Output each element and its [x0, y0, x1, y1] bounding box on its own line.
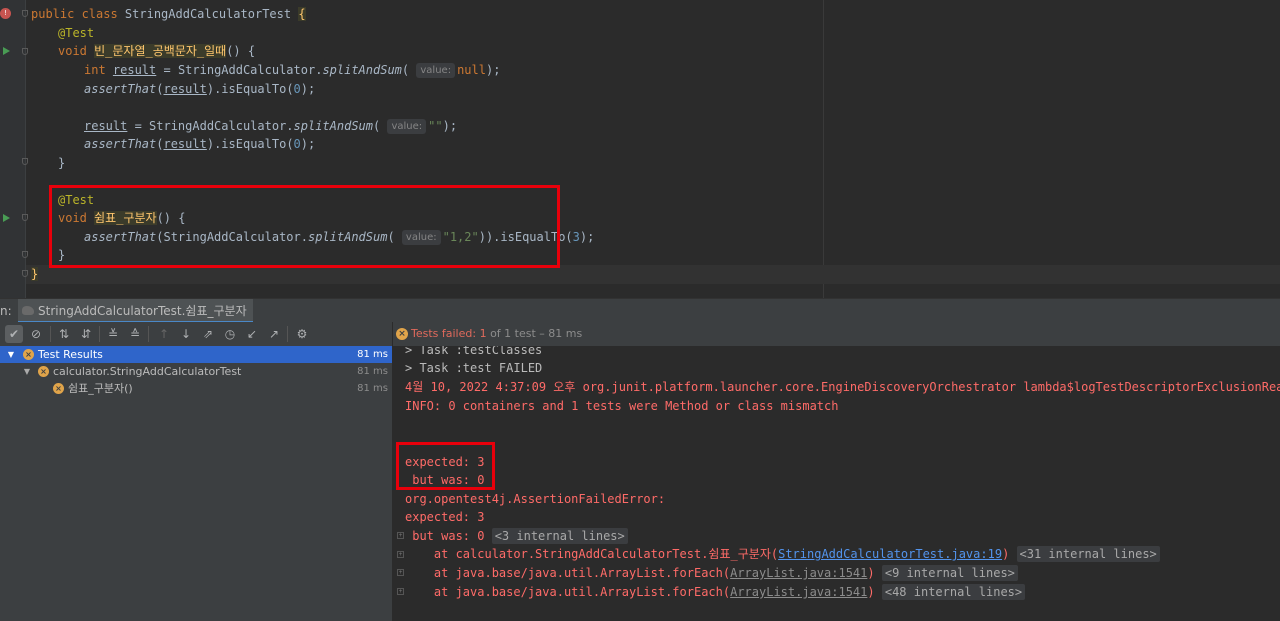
expand-icon[interactable]: + — [397, 551, 404, 558]
console-output[interactable]: > Task :testClasses > Task :test FAILED … — [393, 346, 1280, 621]
fold-icon[interactable] — [22, 10, 28, 17]
tree-item-test-results[interactable]: ▼ × Test Results 81 ms — [0, 346, 392, 363]
expand-all-icon[interactable]: ≚ — [104, 325, 122, 343]
source-link[interactable]: StringAddCalculatorTest.java:19 — [778, 547, 1002, 561]
code-line: void 빈_문자열_공백문자_일때() { — [58, 44, 256, 58]
run-panel-header: n: StringAddCalculatorTest.쉼표_구분자 — [0, 298, 1280, 324]
console-line: 4월 10, 2022 4:37:09 오후 org.junit.platfor… — [405, 380, 1280, 394]
prev-fail-icon[interactable]: ↑ — [155, 325, 173, 343]
parameter-hint: value: — [387, 119, 427, 134]
console-line: expected: 3 — [405, 510, 485, 524]
run-tab-label: StringAddCalculatorTest.쉼표_구분자 — [38, 304, 247, 318]
open-icon[interactable]: ↗ — [265, 325, 283, 343]
duration: 81 ms — [357, 349, 388, 360]
console-line: at java.base/java.util.ArrayList.forEach… — [405, 564, 1018, 582]
expand-icon[interactable]: + — [397, 532, 404, 539]
history-icon[interactable]: ◷ — [221, 325, 239, 343]
tree-item-label: Test Results — [38, 348, 103, 361]
duration: 81 ms — [357, 366, 388, 377]
failed-icon: × — [23, 349, 34, 360]
right-margin-guide — [823, 0, 824, 298]
run-tab[interactable]: StringAddCalculatorTest.쉼표_구분자 — [18, 299, 253, 323]
chevron-down-icon[interactable]: ▼ — [22, 363, 32, 380]
tree-item-method[interactable]: × 쉼표_구분자() 81 ms — [0, 380, 392, 397]
toolbar-separator — [148, 326, 149, 342]
chevron-down-icon[interactable]: ▼ — [6, 346, 16, 363]
fold-icon[interactable] — [22, 251, 28, 258]
gradle-icon — [22, 306, 34, 315]
failed-icon: × — [38, 366, 49, 377]
code-line: } — [58, 156, 66, 170]
highlight-box — [396, 442, 495, 490]
tree-item-label: calculator.StringAddCalculatorTest — [53, 365, 242, 378]
toolbar-separator — [287, 326, 288, 342]
test-toolbar: ✔ ⊘ ⇅ ⇵ ≚ ≙ ↑ ↓ ⇗ ◷ ↙ ↗ ⚙ — [0, 322, 392, 347]
run-label: n: — [0, 304, 12, 318]
failed-icon: × — [396, 328, 408, 340]
folded-lines[interactable]: <3 internal lines> — [491, 528, 628, 544]
next-fail-icon[interactable]: ↓ — [177, 325, 195, 343]
fold-icon[interactable] — [22, 48, 28, 55]
fold-icon[interactable] — [22, 270, 28, 277]
test-status-bar: × Tests failed: 1 of 1 test – 81 ms — [392, 322, 1280, 346]
expand-icon[interactable]: + — [397, 588, 404, 595]
code-line: int result = StringAddCalculator.splitAn… — [84, 63, 501, 78]
code-line: public class StringAddCalculatorTest { — [31, 7, 306, 21]
run-class-error-icon[interactable]: ! — [0, 8, 11, 19]
fold-icon[interactable] — [22, 158, 28, 165]
toolbar-separator — [99, 326, 100, 342]
parameter-hint: value: — [416, 63, 456, 78]
run-test-icon[interactable] — [3, 47, 10, 55]
source-link[interactable]: ArrayList.java:1541 — [730, 585, 867, 599]
console-line: > Task :test FAILED — [405, 361, 543, 375]
folded-lines[interactable]: <31 internal lines> — [1016, 546, 1160, 562]
code-line: result = StringAddCalculator.splitAndSum… — [84, 119, 458, 134]
folded-lines[interactable]: <9 internal lines> — [881, 565, 1018, 581]
sort-duration-icon[interactable]: ⇵ — [77, 325, 95, 343]
code-line: assertThat(result).isEqualTo(0); — [84, 82, 316, 96]
code-editor[interactable]: ! public class StringAddCalculatorTest {… — [0, 0, 1280, 298]
console-line: at calculator.StringAddCalculatorTest.쉼표… — [405, 545, 1160, 563]
test-status-text: Tests failed: 1 of 1 test – 81 ms — [411, 327, 583, 340]
tree-item-class[interactable]: ▼ × calculator.StringAddCalculatorTest 8… — [0, 363, 392, 380]
import-icon[interactable]: ⇗ — [199, 325, 217, 343]
console-line: but was: 0 <3 internal lines> — [405, 527, 628, 545]
sort-alpha-icon[interactable]: ⇅ — [55, 325, 73, 343]
check-icon[interactable]: ✔ — [5, 325, 23, 343]
console-line: org.opentest4j.AssertionFailedError: — [405, 492, 673, 506]
folded-lines[interactable]: <48 internal lines> — [881, 584, 1026, 600]
failed-icon: × — [53, 383, 64, 394]
stop-icon[interactable]: ⊘ — [27, 325, 45, 343]
collapse-all-icon[interactable]: ≙ — [126, 325, 144, 343]
tree-item-label: 쉼표_구분자() — [68, 382, 133, 395]
code-line: } — [31, 267, 39, 281]
settings-icon[interactable]: ⚙ — [293, 325, 311, 343]
console-line: > Task :testClasses — [405, 346, 543, 357]
source-link[interactable]: ArrayList.java:1541 — [730, 566, 867, 580]
export-icon[interactable]: ↙ — [243, 325, 261, 343]
code-line: @Test — [58, 26, 95, 40]
run-test-icon[interactable] — [3, 214, 10, 222]
toolbar-separator — [50, 326, 51, 342]
expand-icon[interactable]: + — [397, 569, 404, 576]
test-results-tree: ▼ × Test Results 81 ms ▼ × calculator.St… — [0, 346, 392, 621]
fold-icon[interactable] — [22, 214, 28, 221]
code-line: assertThat(result).isEqualTo(0); — [84, 137, 316, 151]
console-line: at java.base/java.util.ArrayList.forEach… — [405, 583, 1026, 601]
highlight-box — [49, 185, 560, 268]
console-line: INFO: 0 containers and 1 tests were Meth… — [405, 399, 839, 413]
duration: 81 ms — [357, 383, 388, 394]
